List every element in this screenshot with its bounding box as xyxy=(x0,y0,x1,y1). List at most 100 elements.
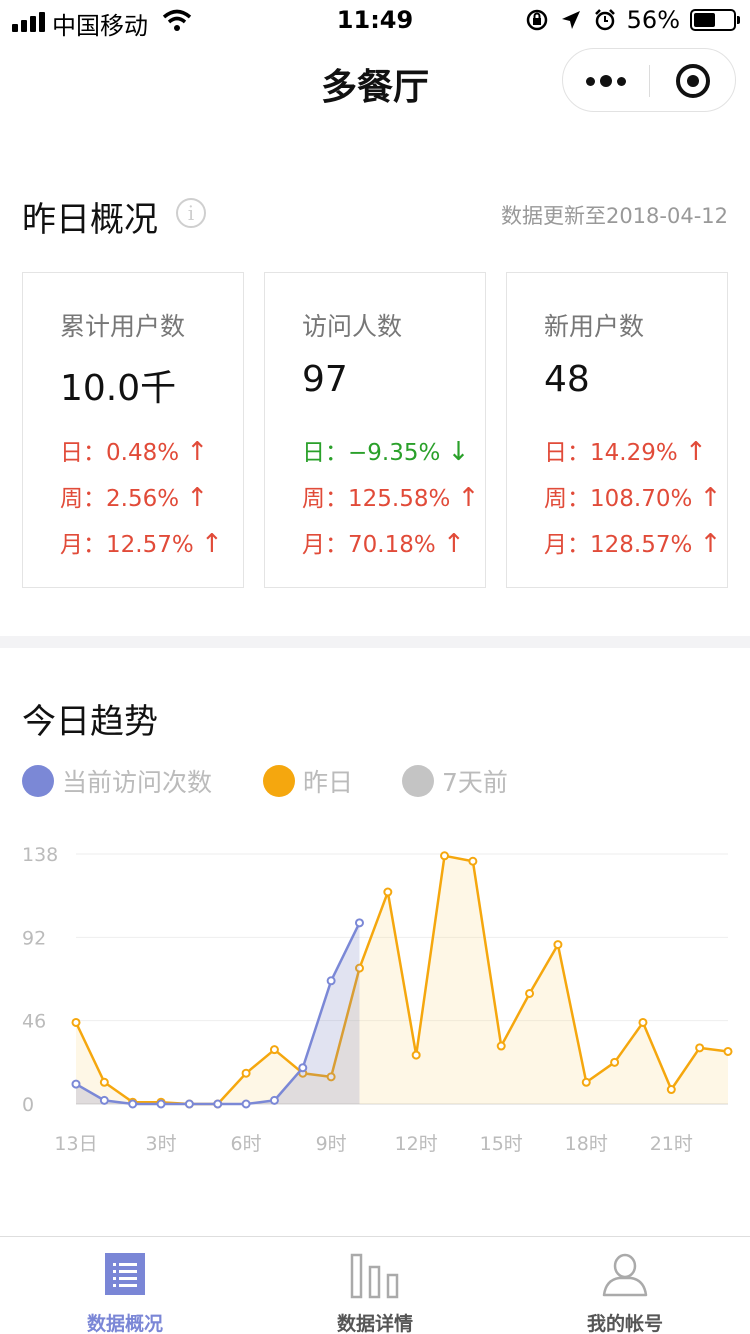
tab-label: 数据详情 xyxy=(336,1313,413,1334)
data-point xyxy=(666,1085,676,1095)
legend-dot xyxy=(402,765,434,797)
legend-item-7-days-ago[interactable]: 7天前 xyxy=(402,763,508,799)
legend-label: 昨日 xyxy=(303,768,354,797)
x-tick-label: 9时 xyxy=(316,1133,347,1155)
arrow-up-icon: ↑ xyxy=(201,529,223,559)
close-circle-icon[interactable] xyxy=(676,64,710,98)
legend-label: 当前访问次数 xyxy=(62,768,213,797)
data-point xyxy=(468,856,478,866)
bar-chart-icon xyxy=(350,1253,399,1299)
data-point xyxy=(638,1017,648,1027)
data-point xyxy=(298,1063,308,1073)
x-tick-label: 3时 xyxy=(145,1133,176,1155)
x-tick-label: 15时 xyxy=(480,1133,523,1155)
status-bar: 中国移动 11:49 56% xyxy=(0,0,750,40)
stat-row-month: 月：12.57% ↑ xyxy=(60,529,223,559)
y-tick-label: 46 xyxy=(22,1011,46,1033)
arrow-down-icon: ↓ xyxy=(447,437,470,467)
capsule-divider xyxy=(649,65,650,97)
trend-line-chart: 0 46 92 138 13日 3时 6时 9时 12时 15时 18时 21时 xyxy=(22,844,733,1155)
tab-label: 我的帐号 xyxy=(586,1313,663,1334)
data-point xyxy=(326,976,336,986)
arrow-up-icon: ↑ xyxy=(443,529,465,559)
tab-details[interactable]: 数据详情 xyxy=(250,1237,500,1334)
data-point xyxy=(440,851,450,861)
update-date: 数据更新至2018-04-12 xyxy=(500,204,728,228)
stat-card-visitors: 访问人数 97 日：−9.35% ↓ 周：125.58% ↑ 月：70.18% … xyxy=(264,272,486,588)
data-point xyxy=(269,1045,279,1055)
data-point xyxy=(411,1050,421,1060)
arrow-up-icon: ↑ xyxy=(699,529,722,559)
stat-card-label: 新用户数 xyxy=(544,312,645,341)
mini-program-capsule xyxy=(562,48,736,112)
legend-label: 7天前 xyxy=(442,768,508,797)
arrow-up-icon: ↑ xyxy=(457,483,480,513)
tab-bar: 数据概况 数据详情 我的帐号 xyxy=(0,1236,750,1334)
data-point xyxy=(71,1079,81,1089)
data-point xyxy=(128,1099,138,1109)
data-point xyxy=(610,1057,620,1067)
stat-row-week: 周：108.70% ↑ xyxy=(544,483,722,513)
stat-row-month: 月：70.18% ↑ xyxy=(302,529,465,559)
data-point xyxy=(241,1068,251,1078)
stat-row-day: 日：14.29% ↑ xyxy=(544,437,707,467)
location-arrow-icon xyxy=(561,11,580,29)
legend-item-current[interactable]: 当前访问次数 xyxy=(22,763,212,799)
stat-card-new-users: 新用户数 48 日：14.29% ↑ 周：108.70% ↑ 月：128.57%… xyxy=(506,272,728,588)
series-area xyxy=(76,922,360,1104)
stat-card-value: 97 xyxy=(302,359,348,400)
stat-card-total-users: 累计用户数 10.0千 日：0.48% ↑ 周：2.56% ↑ 月：12.57%… xyxy=(22,272,244,588)
trend-title: 今日趋势 xyxy=(22,702,158,742)
stat-row-day: 日：0.48% ↑ xyxy=(60,437,209,467)
data-point xyxy=(156,1099,166,1109)
data-point xyxy=(354,918,364,928)
nav-bar: 多餐厅 xyxy=(0,40,750,130)
tab-account[interactable]: 我的帐号 xyxy=(500,1237,750,1334)
data-point xyxy=(241,1099,251,1109)
data-point xyxy=(553,940,563,950)
overview-title: 昨日概况 xyxy=(22,200,158,240)
tab-overview[interactable]: 数据概况 xyxy=(0,1237,250,1334)
data-point xyxy=(71,1017,81,1027)
stat-row-month: 月：128.57% ↑ xyxy=(544,529,722,559)
y-tick-label: 0 xyxy=(22,1094,34,1116)
info-icon[interactable]: i xyxy=(176,198,206,228)
stat-card-label: 累计用户数 xyxy=(60,312,186,341)
stat-card-value: 48 xyxy=(544,359,590,400)
y-tick-label: 92 xyxy=(22,927,46,949)
section-divider xyxy=(0,636,750,648)
user-icon xyxy=(602,1253,648,1297)
legend-dot xyxy=(22,765,54,797)
x-tick-label: 6时 xyxy=(231,1133,262,1155)
list-icon xyxy=(105,1253,145,1295)
stat-row-week: 周：125.58% ↑ xyxy=(302,483,480,513)
x-tick-label: 18时 xyxy=(565,1133,608,1155)
x-tick-label: 21时 xyxy=(650,1133,693,1155)
data-point xyxy=(383,887,393,897)
stat-row-week: 周：2.56% ↑ xyxy=(60,483,209,513)
battery-icon xyxy=(690,9,740,31)
more-dots-icon[interactable] xyxy=(563,49,649,113)
data-point xyxy=(496,1041,506,1051)
y-tick-label: 138 xyxy=(22,844,58,866)
stat-card-label: 访问人数 xyxy=(302,312,403,341)
battery-level-fill xyxy=(694,13,716,27)
data-point xyxy=(723,1046,733,1056)
tab-label: 数据概况 xyxy=(86,1313,163,1334)
data-point xyxy=(525,988,535,998)
stat-card-value: 10.0千 xyxy=(60,368,177,409)
arrow-up-icon: ↑ xyxy=(685,437,707,467)
arrow-up-icon: ↑ xyxy=(699,483,722,513)
data-point xyxy=(99,1077,109,1087)
alarm-icon xyxy=(594,9,615,31)
data-point xyxy=(581,1077,591,1087)
legend-dot xyxy=(263,765,295,797)
arrow-up-icon: ↑ xyxy=(186,437,209,467)
data-point xyxy=(269,1095,279,1105)
arrow-up-icon: ↑ xyxy=(186,483,209,513)
data-point xyxy=(99,1095,109,1105)
stat-row-day: 日：−9.35% ↓ xyxy=(302,437,470,467)
data-point xyxy=(213,1099,223,1109)
rotation-lock-icon xyxy=(526,9,547,31)
legend-item-yesterday[interactable]: 昨日 xyxy=(263,763,353,799)
